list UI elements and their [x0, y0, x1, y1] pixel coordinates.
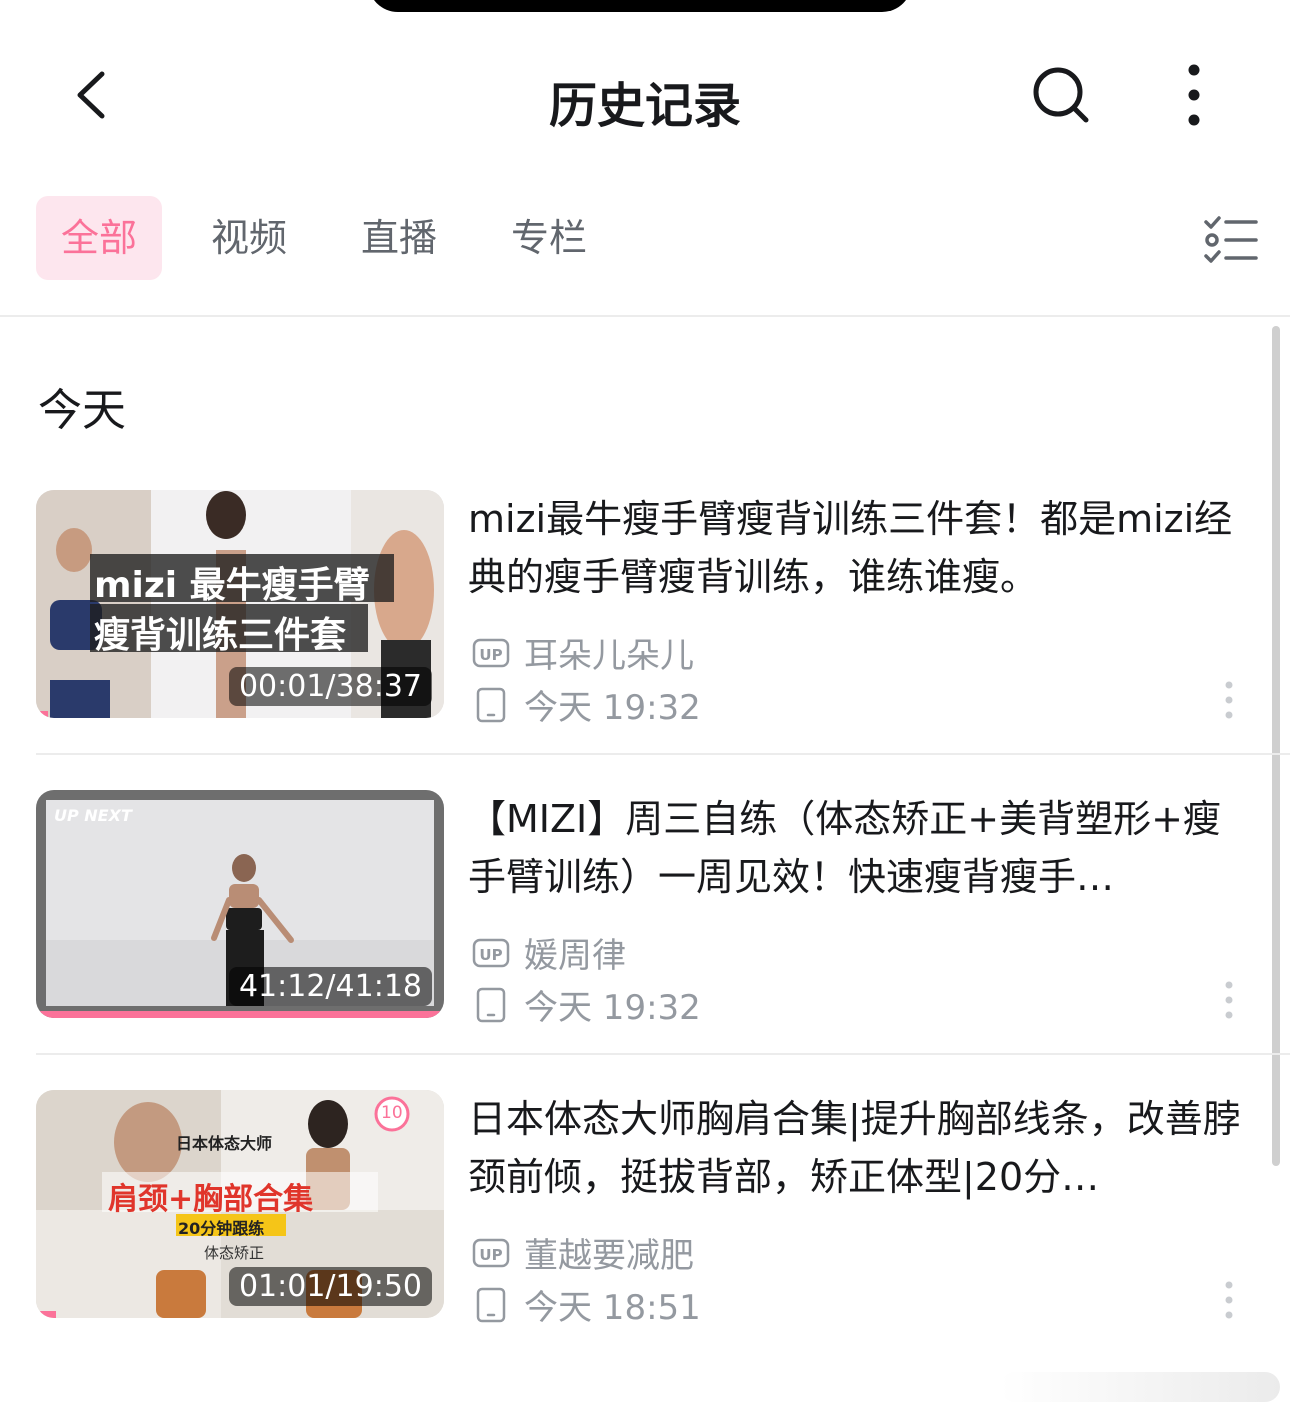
- history-item[interactable]: 日本体态大师 肩颈+胸部合集 20分钟跟练 体态矫正 10 01:01/19:5…: [36, 1090, 1258, 1328]
- item-more-icon[interactable]: [1216, 678, 1242, 722]
- video-duration: 41:12/41:18: [228, 967, 432, 1006]
- filter-tabs: 全部 视频 直播 专栏: [0, 196, 1290, 282]
- thumbnail-caption-line-4: 体态矫正: [204, 1244, 265, 1262]
- thumbnail-caption-line-3: 20分钟跟练: [178, 1219, 265, 1238]
- top-bar: 历史记录: [0, 40, 1290, 150]
- search-icon: [1033, 67, 1089, 123]
- video-title[interactable]: mizi最牛瘦手臂瘦背训练三件套！都是mizi经典的瘦手臂瘦背训练，谁练谁瘦。: [468, 490, 1258, 606]
- watch-progress-bar: [36, 1011, 444, 1018]
- checklist-icon: [1204, 216, 1258, 263]
- history-item[interactable]: mizi 最牛瘦手臂 瘦背训练三件套 00:01/38:37 mizi最牛瘦手臂…: [36, 490, 1258, 728]
- video-duration: 01:01/19:50: [228, 1267, 432, 1306]
- item-divider: [36, 753, 1290, 755]
- up-badge-icon: UP: [472, 638, 510, 667]
- thumbnail-caption-line-2: 瘦背训练三件套: [94, 615, 347, 656]
- uploader-row: UP 董越要减肥: [472, 1228, 694, 1277]
- item-more-icon[interactable]: [1216, 1278, 1242, 1322]
- svg-text:UP: UP: [479, 646, 502, 664]
- watch-time-row: 今天 19:32: [472, 980, 701, 1029]
- watch-time: 今天 19:32: [524, 988, 701, 1028]
- svg-text:UP: UP: [479, 1246, 502, 1264]
- thumbnail-counter: 10: [381, 1103, 403, 1123]
- more-button[interactable]: [1166, 60, 1222, 130]
- watch-time-row: 今天 18:51: [472, 1280, 701, 1329]
- uploader-name[interactable]: 耳朵儿朵儿: [524, 628, 694, 677]
- more-vertical-icon: [1188, 64, 1200, 126]
- manage-button[interactable]: [1200, 210, 1260, 270]
- tab-video[interactable]: 视频: [186, 196, 312, 280]
- up-badge-icon: UP: [472, 938, 510, 967]
- home-indicator: [1000, 1372, 1280, 1402]
- search-button[interactable]: [1026, 60, 1096, 130]
- watch-time: 今天 18:51: [524, 1288, 701, 1328]
- tab-column[interactable]: 专栏: [486, 196, 612, 280]
- svg-text:UP: UP: [479, 946, 502, 964]
- item-divider: [36, 1053, 1290, 1055]
- page-title: 历史记录: [548, 78, 741, 134]
- history-item[interactable]: UP NEXT 41:12/41:18 【MIZI】周三自练（体态矫正+美背塑形…: [36, 790, 1258, 1028]
- up-badge-icon: UP: [472, 1238, 510, 1267]
- video-duration: 00:01/38:37: [228, 667, 432, 706]
- tab-all[interactable]: 全部: [36, 196, 162, 280]
- video-title[interactable]: 【MIZI】周三自练（体态矫正+美背塑形+瘦手臂训练）一周见效！快速瘦背瘦手…: [468, 790, 1258, 906]
- thumbnail-caption: UP NEXT: [54, 806, 132, 825]
- video-title[interactable]: 日本体态大师胸肩合集|提升胸部线条，改善脖颈前倾，挺拔背部，矫正体型|20分…: [468, 1090, 1258, 1206]
- uploader-row: UP 媛周律: [472, 928, 626, 977]
- header-divider: [0, 315, 1290, 317]
- thumbnail-caption-line-1: 日本体态大师: [176, 1134, 273, 1153]
- watch-progress-bar: [36, 711, 49, 718]
- thumbnail-caption-line-2: 肩颈+胸部合集: [108, 1182, 314, 1217]
- tablet-icon: [476, 987, 506, 1022]
- uploader-name[interactable]: 董越要减肥: [524, 1228, 694, 1277]
- device-notch: [368, 0, 912, 12]
- watch-time: 今天 19:32: [524, 688, 701, 728]
- tablet-icon: [476, 1287, 506, 1322]
- watch-time-row: 今天 19:32: [472, 680, 701, 729]
- thumbnail-caption-line-1: mizi 最牛瘦手臂: [94, 565, 370, 606]
- uploader-row: UP 耳朵儿朵儿: [472, 628, 694, 677]
- video-thumbnail[interactable]: mizi 最牛瘦手臂 瘦背训练三件套 00:01/38:37: [36, 490, 444, 718]
- video-thumbnail[interactable]: 日本体态大师 肩颈+胸部合集 20分钟跟练 体态矫正 10 01:01/19:5…: [36, 1090, 444, 1318]
- section-title-today: 今天: [38, 385, 126, 436]
- video-thumbnail[interactable]: UP NEXT 41:12/41:18: [36, 790, 444, 1018]
- tablet-icon: [476, 687, 506, 722]
- item-more-icon[interactable]: [1216, 978, 1242, 1022]
- scrollbar[interactable]: [1272, 326, 1280, 1166]
- watch-progress-bar: [36, 1311, 57, 1318]
- uploader-name[interactable]: 媛周律: [524, 928, 626, 977]
- tab-live[interactable]: 直播: [336, 196, 462, 280]
